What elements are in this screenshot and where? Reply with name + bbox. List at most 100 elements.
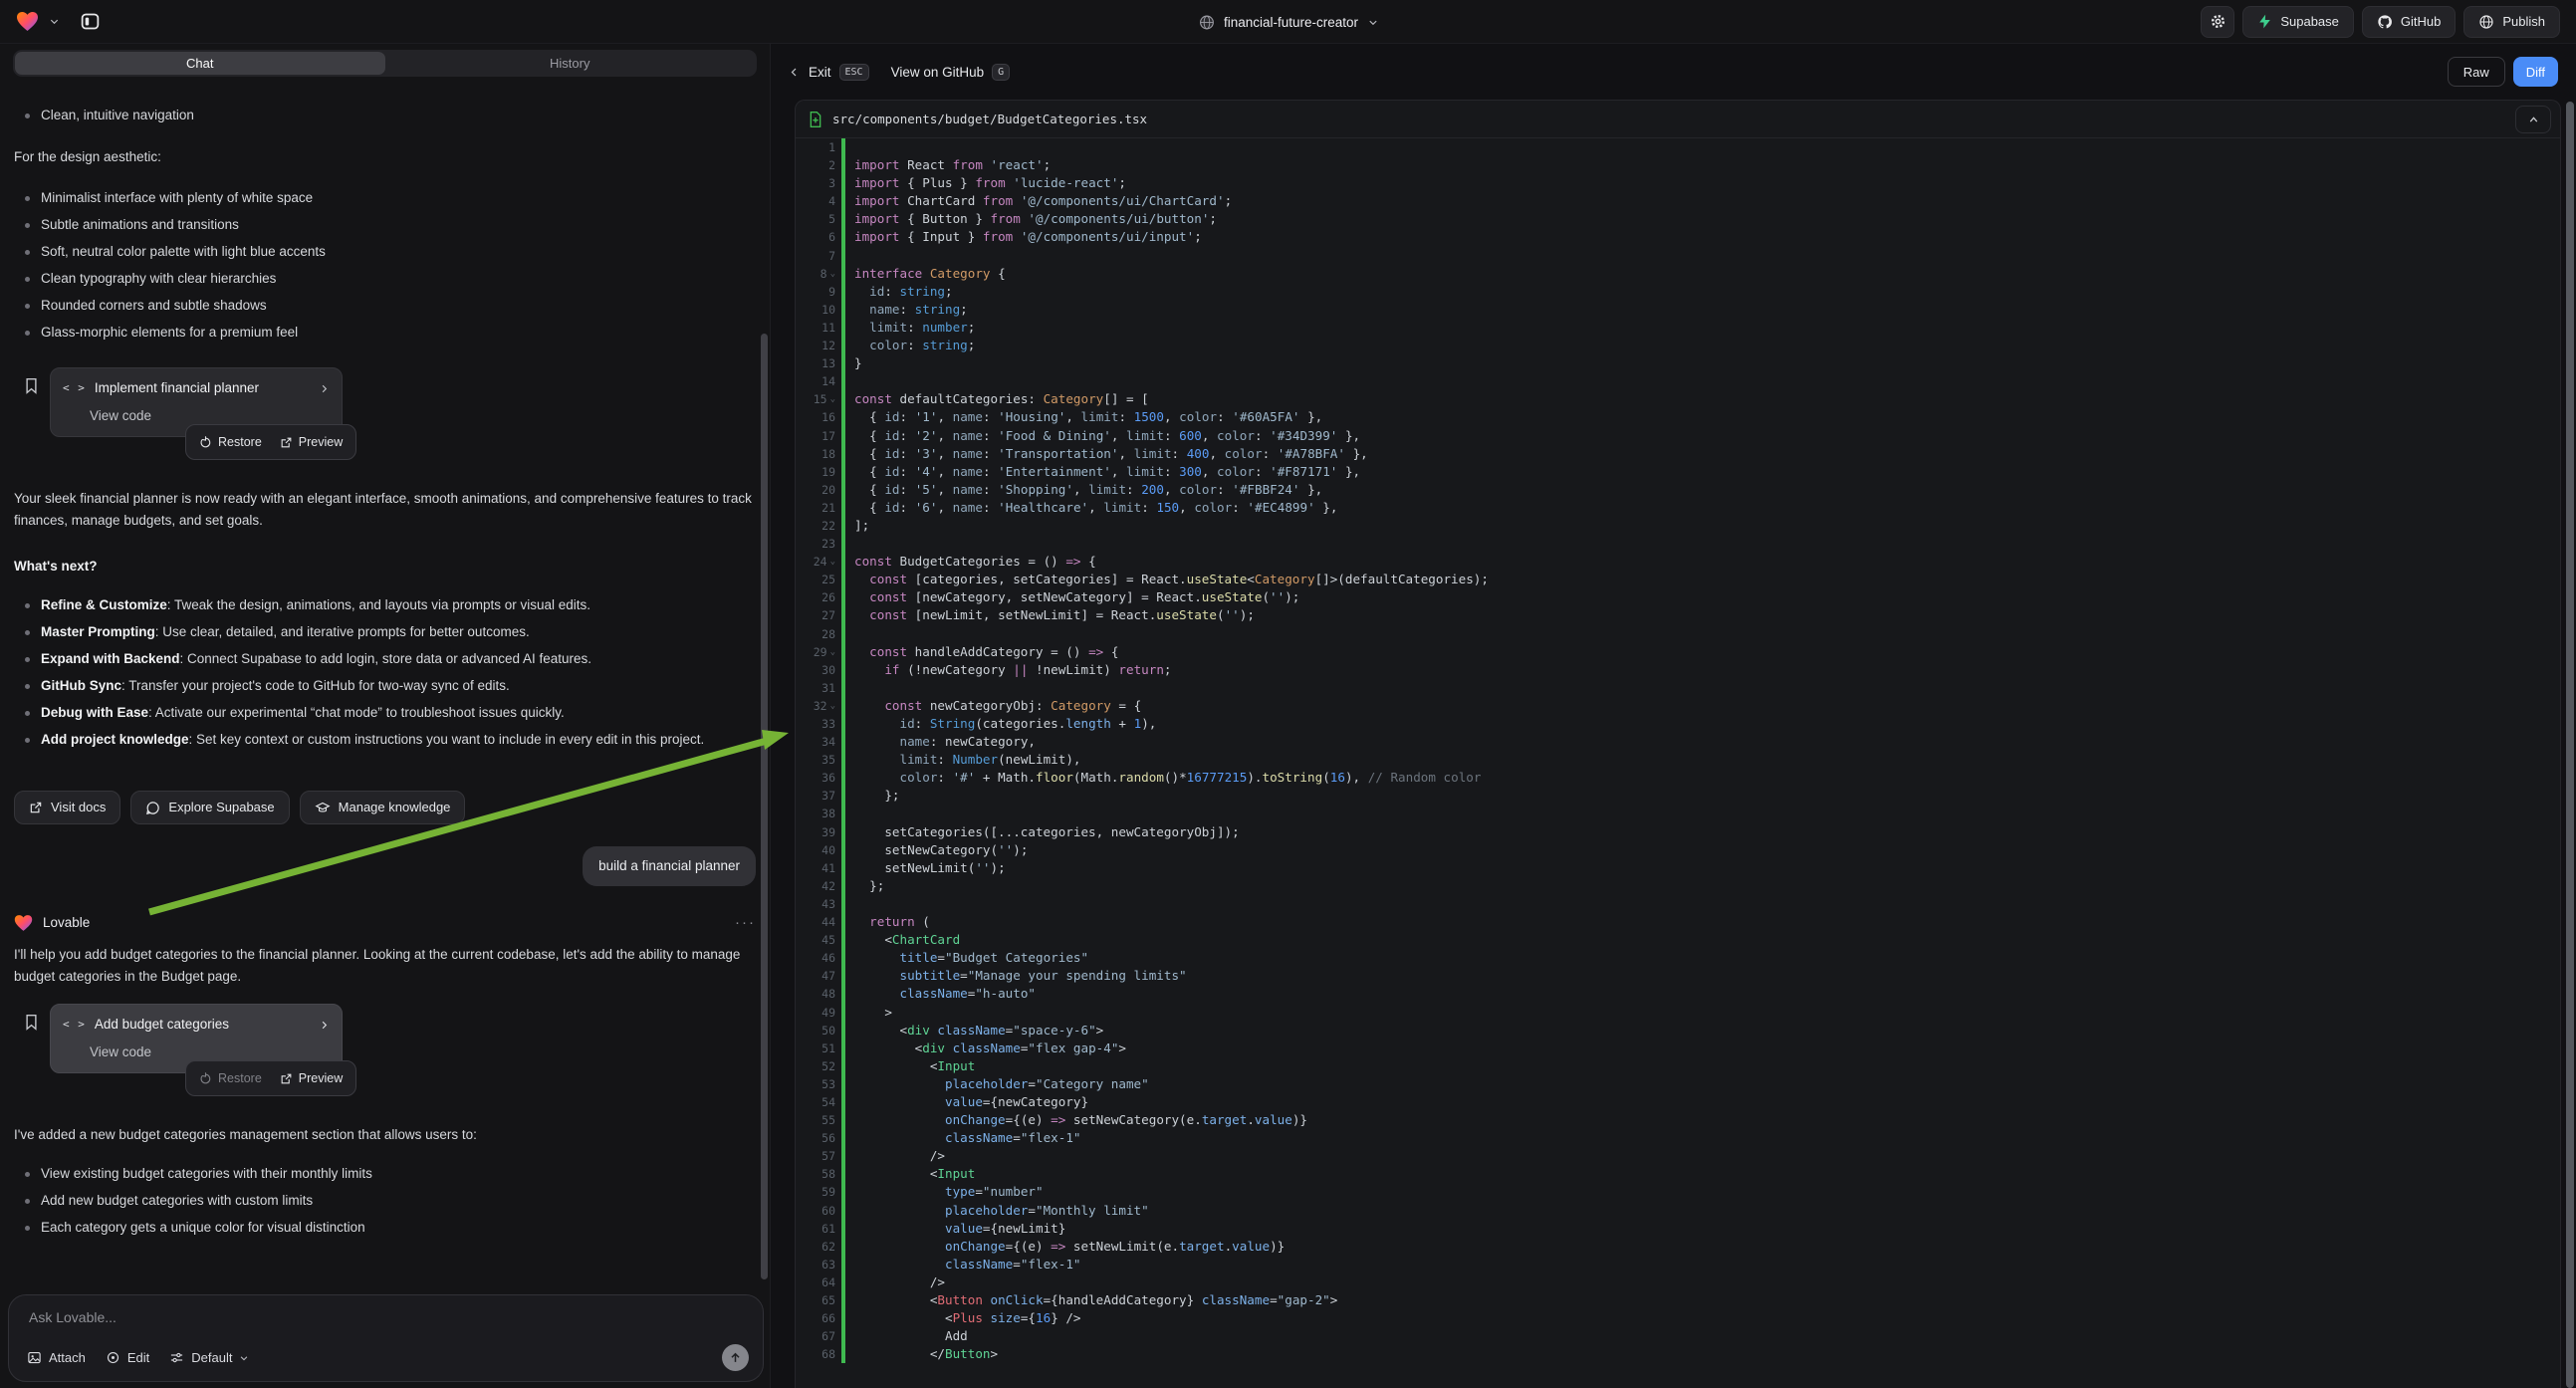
manage-knowledge-label: Manage knowledge [339, 797, 451, 818]
whats-next-title: What's next? [14, 556, 756, 578]
restore-button[interactable]: Restore [199, 431, 262, 453]
settings-button[interactable] [2201, 6, 2234, 38]
code-line-text: const handleAddCategory = () => { [845, 643, 1118, 661]
line-number: 19 [796, 463, 841, 481]
fold-chevron-icon[interactable]: ⌄ [830, 553, 835, 571]
code-line: 20 { id: '5', name: 'Shopping', limit: 2… [796, 481, 2560, 499]
lovable-logo-heart-icon[interactable] [16, 11, 39, 32]
code-line-text: }; [845, 877, 884, 895]
code-line: 43 [796, 895, 2560, 913]
chat-history-tabbar: Chat History [13, 50, 757, 77]
line-number: 65 [796, 1291, 841, 1309]
chevron-left-icon [789, 66, 801, 79]
version-toolbar-1: Restore Preview [185, 424, 356, 460]
code-line: 41 setNewLimit(''); [796, 859, 2560, 877]
code-line-text: const [newLimit, setNewLimit] = React.us… [845, 606, 1255, 624]
prompt-input-box[interactable]: Ask Lovable... Attach Edit Default [8, 1294, 764, 1382]
model-mode-selector[interactable]: Default [169, 1350, 249, 1365]
exit-button[interactable]: Exit ESC [789, 64, 869, 81]
code-line: 25 const [categories, setCategories] = R… [796, 571, 2560, 588]
code-line-text: placeholder="Category name" [845, 1075, 1149, 1093]
github-button[interactable]: GitHub [2362, 6, 2456, 38]
whats-next-item-lead: Debug with Ease [41, 705, 148, 720]
bookmark-icon[interactable] [24, 1014, 39, 1031]
graduation-cap-icon [315, 801, 331, 815]
code-line-text: { id: '6', name: 'Healthcare', limit: 15… [845, 499, 1337, 517]
code-editor-body[interactable]: 12import React from 'react';3import { Pl… [796, 138, 2560, 1388]
fold-chevron-icon[interactable]: ⌄ [830, 265, 835, 283]
attach-button[interactable]: Attach [27, 1350, 86, 1365]
code-line-text: { id: '5', name: 'Shopping', limit: 200,… [845, 481, 1322, 499]
line-number: 39 [796, 823, 841, 841]
code-line: 55 onChange={(e) => setNewCategory(e.tar… [796, 1111, 2560, 1129]
design-intro-text: For the design aesthetic: [14, 146, 756, 168]
code-line-text [845, 625, 854, 643]
preview-button[interactable]: Preview [280, 1067, 343, 1089]
visit-docs-button[interactable]: Visit docs [14, 791, 120, 824]
line-number: 33 [796, 715, 841, 733]
preview-button[interactable]: Preview [280, 431, 343, 453]
line-number: 17 [796, 427, 841, 445]
project-switcher[interactable]: financial-future-creator [1198, 0, 1378, 44]
code-scrollbar[interactable] [2566, 102, 2574, 1388]
code-line-text: setCategories([...categories, newCategor… [845, 823, 1240, 841]
fold-chevron-icon[interactable]: ⌄ [830, 697, 835, 715]
line-number: 13 [796, 354, 841, 372]
github-label: GitHub [2401, 14, 2441, 29]
code-line-text: const defaultCategories: Category[] = [ [845, 390, 1149, 408]
raw-toggle-button[interactable]: Raw [2448, 57, 2505, 87]
diff-toggle-button[interactable]: Diff [2513, 57, 2558, 87]
view-on-github-button[interactable]: View on GitHub G [891, 64, 1011, 81]
list-item: Rounded corners and subtle shadows [14, 295, 756, 317]
tab-chat[interactable]: Chat [15, 52, 385, 75]
publish-button[interactable]: Publish [2463, 6, 2560, 38]
file-header[interactable]: src/components/budget/BudgetCategories.t… [796, 101, 2560, 138]
list-item: Subtle animations and transitions [14, 214, 756, 236]
code-line-text: subtitle="Manage your spending limits" [845, 967, 1187, 985]
fold-chevron-icon[interactable]: ⌄ [830, 390, 835, 408]
code-line-text: name: newCategory, [845, 733, 1036, 751]
restore-button-disabled[interactable]: Restore [199, 1067, 262, 1089]
send-button[interactable] [722, 1344, 749, 1371]
line-number: 9 [796, 283, 841, 301]
code-line: 23 [796, 535, 2560, 553]
line-number: 6 [796, 228, 841, 246]
chat-message-list[interactable]: Clean, intuitive navigation For the desi… [0, 88, 770, 1288]
sidebar-toggle-icon[interactable] [80, 11, 101, 32]
code-line-text: { id: '2', name: 'Food & Dining', limit:… [845, 427, 1360, 445]
tab-history[interactable]: History [385, 52, 756, 75]
code-line: 16 { id: '1', name: 'Housing', limit: 15… [796, 408, 2560, 426]
chat-bubble-icon [145, 801, 160, 815]
code-line-text: limit: Number(newLimit), [845, 751, 1080, 769]
supabase-button[interactable]: Supabase [2242, 6, 2354, 38]
chat-panel: Chat History Clean, intuitive navigation… [0, 44, 770, 1388]
code-line-text: interface Category { [845, 265, 1006, 283]
code-line: 66 <Plus size={16} /> [796, 1309, 2560, 1327]
line-number: 34 [796, 733, 841, 751]
line-number: 38 [796, 805, 841, 822]
fold-chevron-icon[interactable]: ⌄ [830, 643, 835, 661]
logo-chevron-down-icon[interactable] [49, 16, 60, 27]
manage-knowledge-button[interactable]: Manage knowledge [300, 791, 466, 824]
code-line: 5import { Button } from '@/components/ui… [796, 210, 2560, 228]
code-line-text: className="flex-1" [845, 1129, 1081, 1147]
line-number: 3 [796, 174, 841, 192]
collapse-file-button[interactable] [2515, 106, 2551, 133]
message-more-menu-icon[interactable]: ··· [735, 912, 756, 934]
line-number: 10 [796, 301, 841, 319]
code-line: 10 name: string; [796, 301, 2560, 319]
chat-scrollbar[interactable] [761, 334, 768, 1279]
list-item: Clean, intuitive navigation [14, 105, 756, 126]
code-line-text: } [845, 354, 862, 372]
whats-next-item-lead: GitHub Sync [41, 678, 121, 693]
github-icon [2377, 14, 2393, 30]
bookmark-icon[interactable] [24, 377, 39, 394]
line-number: 45 [796, 931, 841, 949]
code-line: 18 { id: '3', name: 'Transportation', li… [796, 445, 2560, 463]
code-line: 3import { Plus } from 'lucide-react'; [796, 174, 2560, 192]
edit-button[interactable]: Edit [106, 1350, 149, 1365]
code-line: 52 <Input [796, 1057, 2560, 1075]
code-line-text: import { Input } from '@/components/ui/i… [845, 228, 1202, 246]
version-card-title: Add budget categories [95, 1014, 310, 1036]
explore-supabase-button[interactable]: Explore Supabase [130, 791, 289, 824]
